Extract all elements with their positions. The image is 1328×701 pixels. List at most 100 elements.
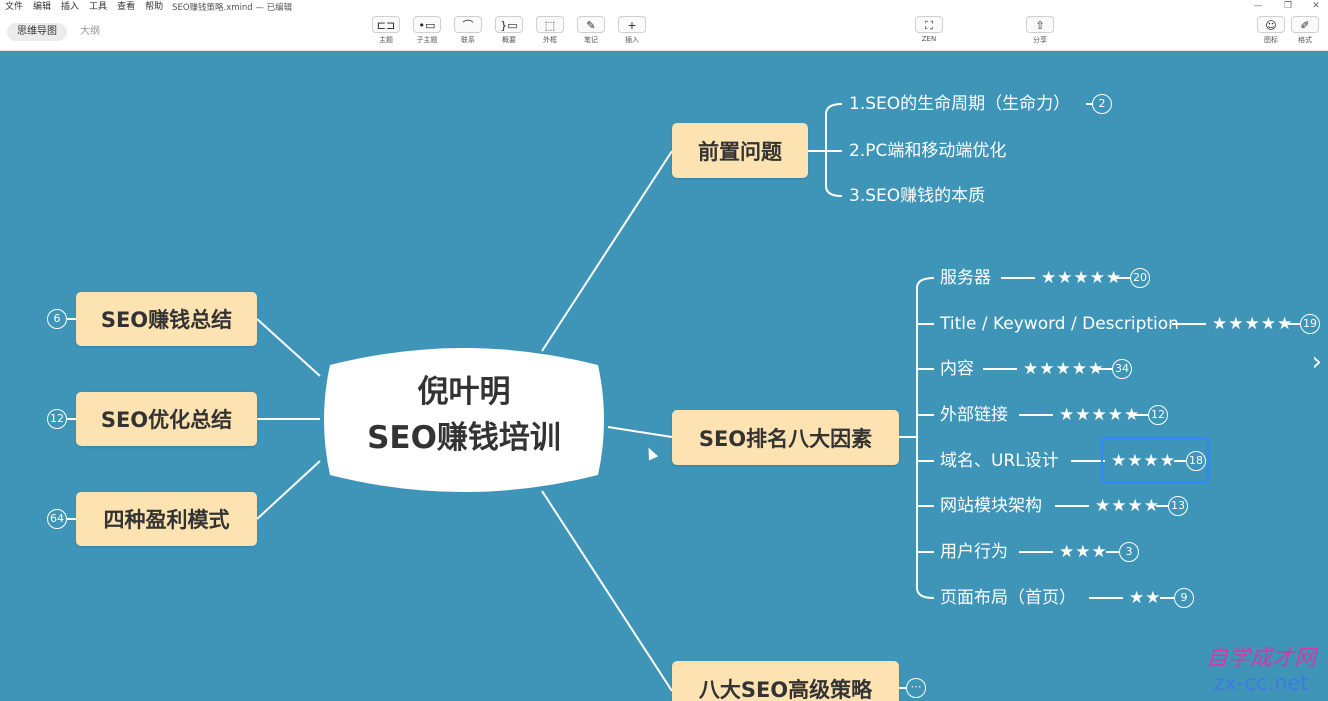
watermark-line-2: zx-cc.net [1213, 671, 1309, 695]
watermark-line-1: 自学成才网 [1205, 646, 1316, 671]
topic-seo-optimization-summary[interactable]: SEO优化总结 [76, 392, 257, 446]
toolbar: 思维导图 大纲 ⊏⊐ 主题 •▭ 子主题 ⌒ 联系 }▭ 概要 ⬚ 外框 ✎ 笔… [0, 14, 1328, 51]
plus-icon: + [618, 16, 646, 33]
subtopic-seo-essence[interactable]: 3.SEO赚钱的本质 [849, 185, 985, 207]
rating-stars[interactable]: ★★★★ [1111, 450, 1176, 472]
subtopic-icon: •▭ [413, 16, 441, 33]
zen-label: ZEN [921, 35, 937, 43]
notes-icon: ✎ [577, 16, 605, 33]
factor-server[interactable]: 服务器 [940, 267, 991, 289]
collapsed-count-badge[interactable]: 64 [47, 509, 67, 529]
summary-icon: }▭ [495, 16, 523, 33]
icon-panel-label: 图标 [1264, 36, 1278, 44]
summary-label: 概要 [502, 36, 516, 44]
topic-label: 前置问题 [698, 139, 782, 164]
summary-button[interactable]: }▭ 概要 [492, 16, 526, 49]
subtopic-label: 子主题 [416, 36, 438, 44]
relationship-label: 联系 [461, 36, 475, 44]
topic-label: SEO优化总结 [100, 408, 233, 432]
format-panel-label: 格式 [1298, 36, 1312, 44]
factor-content[interactable]: 内容 [940, 358, 974, 380]
factor-site-architecture[interactable]: 网站模块架构 [940, 495, 1042, 517]
notes-label: 笔记 [584, 36, 598, 44]
relationship-button[interactable]: ⌒ 联系 [451, 16, 485, 49]
topic-label: 主题 [379, 36, 393, 44]
rating-stars: ★★★★★ [1041, 268, 1123, 288]
rating-stars: ★★★★★ [1059, 405, 1141, 425]
chevron-right-icon[interactable]: › [1312, 349, 1322, 375]
smiley-icon: ☺ [1257, 16, 1285, 33]
share-label: 分享 [1033, 36, 1047, 44]
notes-button[interactable]: ✎ 笔记 [574, 16, 608, 49]
mindmap-canvas[interactable]: 倪叶明 SEO赚钱培训 SEO赚钱总结 6 SEO优化总结 12 四种盈利模式 … [0, 51, 1328, 701]
topic-preliminary-questions[interactable]: 前置问题 [672, 123, 808, 178]
rating-stars: ★★★★★ [1023, 359, 1105, 379]
collapsed-count-badge[interactable]: 6 [47, 309, 67, 329]
tab-mindmap[interactable]: 思维导图 [7, 23, 67, 41]
menu-insert[interactable]: 插入 [56, 1, 84, 13]
icon-panel-button[interactable]: ☺ 图标 [1254, 16, 1288, 49]
menu-file[interactable]: 文件 [0, 1, 28, 13]
share-button[interactable]: ⇧ 分享 [1023, 16, 1057, 49]
factor-title-keyword-description[interactable]: Title / Keyword / Description [940, 313, 1179, 335]
collapsed-count-badge[interactable]: 12 [1148, 405, 1168, 425]
rating-stars: ★★★★★ [1212, 314, 1294, 334]
topic-icon: ⊏⊐ [372, 16, 400, 33]
factor-external-links[interactable]: 外部链接 [940, 404, 1008, 426]
insert-label: 插入 [625, 36, 639, 44]
factor-user-behavior[interactable]: 用户行为 [940, 541, 1008, 563]
relationship-icon: ⌒ [454, 16, 482, 33]
topic-seo-earnings-summary[interactable]: SEO赚钱总结 [76, 292, 257, 346]
rating-stars: ★★★★ [1095, 496, 1160, 516]
topic-label: SEO赚钱总结 [100, 308, 233, 332]
subtopic-pc-mobile[interactable]: 2.PC端和移动端优化 [849, 140, 1006, 162]
rating-stars: ★★★ [1059, 542, 1108, 562]
factor-domain-url[interactable]: 域名、URL设计 [940, 450, 1059, 472]
boundary-icon: ⬚ [536, 16, 564, 33]
share-icon: ⇧ [1026, 16, 1054, 33]
boundary-label: 外框 [543, 36, 557, 44]
menu-view[interactable]: 查看 [112, 1, 140, 13]
zen-button[interactable]: ⛶ ZEN [912, 16, 946, 49]
app-window: 文件 编辑 插入 工具 查看 帮助 SEO赚钱策略.xmind — 已编辑 — … [0, 0, 1328, 701]
collapsed-count-badge[interactable]: 20 [1130, 268, 1150, 288]
menu-bar: 文件 编辑 插入 工具 查看 帮助 SEO赚钱策略.xmind — 已编辑 — … [0, 0, 1328, 14]
menu-tools[interactable]: 工具 [84, 1, 112, 13]
tab-outline[interactable]: 大纲 [70, 23, 110, 41]
topic-eight-ranking-factors[interactable]: SEO排名八大因素 [672, 410, 899, 465]
format-panel-button[interactable]: ✐ 格式 [1288, 16, 1322, 49]
restore-button[interactable]: ❐ [1274, 0, 1302, 14]
insert-button[interactable]: + 插入 [615, 16, 649, 49]
window-title: SEO赚钱策略.xmind — 已编辑 [172, 3, 293, 13]
collapsed-count-badge[interactable]: 9 [1174, 588, 1194, 608]
topic-button[interactable]: ⊏⊐ 主题 [369, 16, 403, 49]
subtopic-button[interactable]: •▭ 子主题 [410, 16, 444, 49]
topic-eight-advanced-strategies[interactable]: 八大SEO高级策略 [672, 661, 899, 701]
topic-label: 四种盈利模式 [103, 508, 230, 532]
menu-edit[interactable]: 编辑 [28, 1, 56, 13]
central-topic[interactable]: 倪叶明 SEO赚钱培训 [320, 345, 608, 495]
close-button[interactable]: ✕ [1302, 0, 1328, 14]
boundary-button[interactable]: ⬚ 外框 [533, 16, 567, 49]
topic-four-profit-models[interactable]: 四种盈利模式 [76, 492, 257, 546]
fullscreen-icon: ⛶ [915, 16, 943, 33]
watermark: 自学成才网 zx-cc.net [1198, 646, 1324, 696]
collapsed-count-badge[interactable]: 34 [1112, 359, 1132, 379]
minimize-button[interactable]: — [1244, 0, 1272, 14]
rating-stars: ★★ [1129, 588, 1162, 608]
collapsed-count-badge[interactable]: 19 [1300, 314, 1320, 334]
collapsed-count-badge[interactable]: 18 [1186, 451, 1206, 471]
collapsed-count-badge[interactable]: 3 [1119, 542, 1139, 562]
brush-icon: ✐ [1291, 16, 1319, 33]
collapsed-more-badge[interactable]: ⋯ [906, 678, 926, 698]
collapsed-count-badge[interactable]: 13 [1168, 496, 1188, 516]
central-text: 倪叶明 SEO赚钱培训 [320, 369, 608, 461]
topic-label: 八大SEO高级策略 [698, 677, 873, 701]
collapsed-count-badge[interactable]: 12 [47, 409, 67, 429]
central-line-1: 倪叶明 [417, 374, 511, 410]
menu-help[interactable]: 帮助 [140, 1, 168, 13]
topic-label: SEO排名八大因素 [698, 426, 873, 451]
subtopic-seo-lifecycle[interactable]: 1.SEO的生命周期（生命力） [849, 93, 1070, 115]
factor-page-layout[interactable]: 页面布局（首页） [940, 587, 1076, 609]
collapsed-count-badge[interactable]: 2 [1092, 94, 1112, 114]
